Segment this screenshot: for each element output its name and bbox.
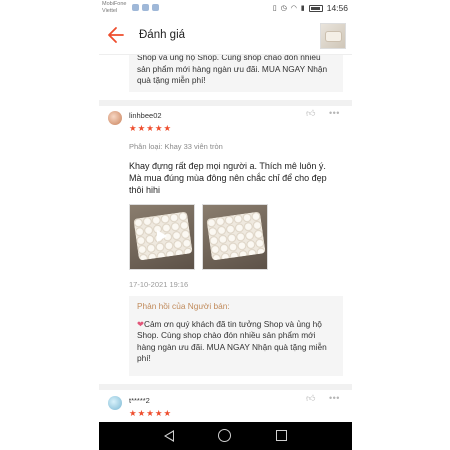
- tray-image: [206, 211, 266, 261]
- seller-reply-text: Cảm ơn quý khách đã tin tưởng Shop và ủn…: [137, 318, 327, 364]
- review-photo[interactable]: [202, 204, 268, 270]
- seller-reply-box: Shop và ủng hộ Shop. Cùng shop chào đón …: [129, 55, 343, 92]
- seller-reply-text: Shop và ủng hộ Shop. Cùng shop chào đón …: [137, 55, 328, 85]
- notification-icon: [142, 4, 149, 11]
- rating-stars: ★★★★★: [129, 123, 173, 133]
- more-dots-icon[interactable]: • • •: [329, 393, 340, 403]
- app-header: Đánh giá: [99, 17, 352, 55]
- arrow-left-icon[interactable]: [107, 25, 125, 45]
- navigation-bar: [99, 422, 352, 450]
- notification-icon: [132, 4, 139, 11]
- product-thumbnail[interactable]: [320, 23, 346, 49]
- rating-stars: ★★★★★: [129, 408, 173, 418]
- reviews-list[interactable]: Shop và ủng hộ Shop. Cùng shop chào đón …: [99, 55, 352, 422]
- more-dots-icon[interactable]: • • •: [329, 108, 340, 118]
- review-comment: Khay đựng rất đẹp mọi người a. Thích mê …: [129, 161, 327, 195]
- carrier-info: MobiFone Viettel: [102, 1, 126, 15]
- carrier-name-1: MobiFone: [102, 1, 127, 7]
- divider: [99, 100, 352, 106]
- page-title: Đánh giá: [139, 29, 186, 41]
- phone-screen: MobiFone Viettel ▯ ◷ ◠ ▮ 14:56 Đánh giá …: [99, 0, 352, 450]
- thumbs-up-icon[interactable]: 👍︎: [306, 393, 315, 404]
- vibrate-icon: ▯: [272, 5, 277, 12]
- signal-icon: ▮: [300, 5, 305, 12]
- nav-home-icon[interactable]: [218, 429, 231, 442]
- reviewer-name: linhbee02: [129, 111, 162, 120]
- notification-icons: [132, 4, 159, 11]
- play-icon: [157, 230, 167, 242]
- notification-icon: [152, 4, 159, 11]
- alarm-icon: ◷: [280, 5, 287, 12]
- review-video[interactable]: [129, 204, 195, 270]
- reviewer-name: t*****2: [129, 396, 150, 405]
- seller-reply-body: ❤Cảm ơn quý khách đã tin tưởng Shop và ủ…: [137, 319, 335, 365]
- avatar[interactable]: [108, 396, 122, 410]
- clock: 14:56: [326, 3, 348, 13]
- nav-back-icon[interactable]: [163, 430, 174, 442]
- heart-icon: ❤: [137, 318, 144, 329]
- variation-label: Phân loại: Khay 33 viên tròn: [129, 142, 223, 151]
- review-timestamp: 17-10-2021 19:16: [129, 280, 189, 289]
- avatar[interactable]: [108, 111, 122, 125]
- status-bar: MobiFone Viettel ▯ ◷ ◠ ▮ 14:56: [99, 0, 352, 17]
- carrier-name-2: Viettel: [102, 8, 118, 14]
- nav-recents-icon[interactable]: [276, 430, 287, 441]
- seller-reply-title: Phản hồi của Người bán:: [137, 301, 230, 311]
- thumbs-up-icon[interactable]: 👍︎: [306, 108, 315, 119]
- status-right: ▯ ◷ ◠ ▮ 14:56: [273, 3, 348, 13]
- seller-reply-box: Phản hồi của Người bán: ❤Cảm ơn quý khác…: [129, 296, 343, 376]
- battery-icon: [308, 4, 323, 12]
- divider: [99, 384, 352, 390]
- wifi-icon: ◠: [290, 5, 297, 12]
